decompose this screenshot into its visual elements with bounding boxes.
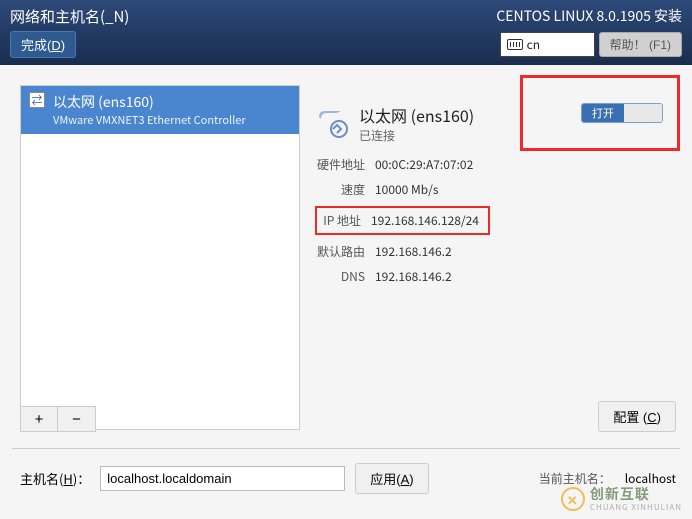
- nic-buttons: + −: [20, 406, 96, 432]
- connection-toggle[interactable]: 打开: [581, 103, 663, 123]
- ip-address-row: IP 地址 192.168.146.128/24: [315, 206, 490, 235]
- product-label: CENTOS LINUX 8.0.1905 安装: [496, 6, 682, 26]
- ethernet-icon: ⇄: [29, 92, 45, 108]
- lang-row: cn 帮助！ (F1): [496, 32, 682, 57]
- done-button[interactable]: 完成(D): [10, 31, 76, 58]
- header-bar: 网络和主机名(_N) 完成(D) CENTOS LINUX 8.0.1905 安…: [0, 0, 692, 65]
- ip-address-label: IP 地址: [317, 212, 361, 229]
- remove-nic-button[interactable]: −: [58, 406, 96, 432]
- default-route-row: 默认路由 192.168.146.2: [315, 243, 682, 260]
- default-route-value: 192.168.146.2: [375, 243, 452, 260]
- configure-button[interactable]: 配置 (C): [598, 401, 676, 432]
- keyboard-layout-value: cn: [527, 36, 540, 53]
- help-button[interactable]: 帮助！ (F1): [599, 32, 682, 57]
- detail-pane: 打开 以太网 (ens160) 已连接 硬件地址 00:0C:29:A7:07:…: [315, 85, 682, 430]
- speed-value: 10000 Mb/s: [375, 181, 438, 198]
- speed-label: 速度: [315, 181, 365, 198]
- nic-title: 以太网 (ens160): [53, 92, 246, 112]
- add-nic-button[interactable]: +: [20, 406, 58, 432]
- config-btn-wrap: 配置 (C): [598, 401, 676, 432]
- toggle-knob: [624, 103, 662, 123]
- keyboard-layout-selector[interactable]: cn: [500, 32, 595, 57]
- hw-address-label: 硬件地址: [315, 156, 365, 173]
- apply-button[interactable]: 应用(A): [355, 463, 428, 494]
- toggle-on-label: 打开: [582, 103, 624, 123]
- hostname-input[interactable]: [100, 466, 345, 491]
- nic-list-item[interactable]: ⇄ 以太网 (ens160) VMware VMXNET3 Ethernet C…: [21, 86, 299, 134]
- nic-list[interactable]: ⇄ 以太网 (ens160) VMware VMXNET3 Ethernet C…: [20, 85, 300, 430]
- watermark-text-block: 创新互联 CHUANG XINHULIAN: [590, 484, 682, 513]
- speed-row: 速度 10000 Mb/s: [315, 181, 682, 198]
- keyboard-icon: [507, 39, 523, 50]
- detail-title-block: 以太网 (ens160) 已连接: [359, 103, 474, 144]
- main-content: ⇄ 以太网 (ens160) VMware VMXNET3 Ethernet C…: [0, 65, 692, 430]
- watermark: 创新互联 CHUANG XINHULIAN: [561, 484, 682, 513]
- detail-fields: 硬件地址 00:0C:29:A7:07:02 速度 10000 Mb/s IP …: [315, 156, 682, 285]
- connection-status: 已连接: [359, 127, 474, 144]
- watermark-icon: [561, 487, 585, 511]
- done-button-label: 完成(D): [21, 38, 65, 53]
- detail-title: 以太网 (ens160): [359, 103, 474, 127]
- page-title: 网络和主机名(_N): [10, 6, 129, 27]
- hw-address-value: 00:0C:29:A7:07:02: [375, 156, 473, 173]
- watermark-brand: 创新互联: [590, 484, 682, 504]
- hostname-label: 主机名(H)：: [20, 469, 90, 488]
- dns-row: DNS 192.168.146.2: [315, 268, 682, 285]
- nic-subtitle: VMware VMXNET3 Ethernet Controller: [53, 112, 246, 128]
- toggle-highlight: 打开: [520, 75, 680, 151]
- nic-info: 以太网 (ens160) VMware VMXNET3 Ethernet Con…: [53, 92, 246, 128]
- ip-address-value: 192.168.146.128/24: [371, 212, 479, 229]
- ethernet-large-icon: [315, 107, 349, 141]
- header-right: CENTOS LINUX 8.0.1905 安装 cn 帮助！ (F1): [496, 6, 682, 57]
- default-route-label: 默认路由: [315, 243, 365, 260]
- hw-address-row: 硬件地址 00:0C:29:A7:07:02: [315, 156, 682, 173]
- watermark-sub: CHUANG XINHULIAN: [590, 502, 682, 513]
- dns-label: DNS: [315, 268, 365, 285]
- header-left: 网络和主机名(_N) 完成(D): [10, 6, 129, 58]
- dns-value: 192.168.146.2: [375, 268, 452, 285]
